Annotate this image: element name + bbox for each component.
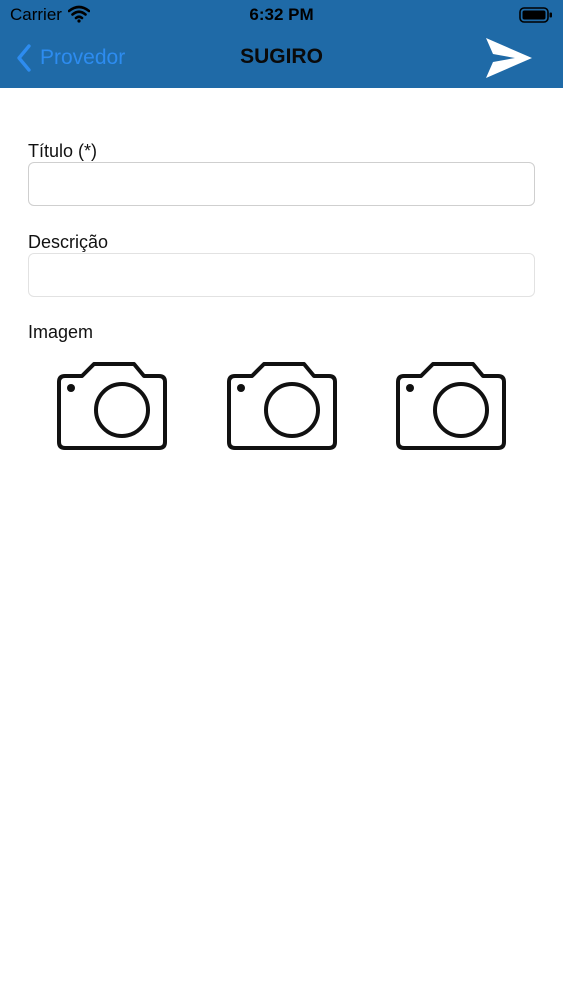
status-bar: Carrier 6:32 PM (0, 0, 563, 30)
battery-icon (519, 7, 552, 23)
navigation-bar: Provedor SUGIRO (0, 30, 563, 88)
camera-icon[interactable] (395, 360, 507, 452)
header: Carrier 6:32 PM Provedor SUGIRO (0, 0, 563, 88)
camera-icon[interactable] (226, 360, 338, 452)
page-title: SUGIRO (240, 45, 323, 68)
send-icon[interactable] (485, 36, 533, 80)
description-field-label: Descrição (28, 232, 109, 252)
camera-icon[interactable] (56, 360, 168, 452)
image-field-label: Imagem (28, 322, 94, 342)
status-time: 6:32 PM (249, 5, 314, 24)
title-input[interactable] (28, 162, 535, 206)
title-field-label: Título (*) (28, 141, 98, 161)
description-input[interactable] (28, 253, 535, 297)
